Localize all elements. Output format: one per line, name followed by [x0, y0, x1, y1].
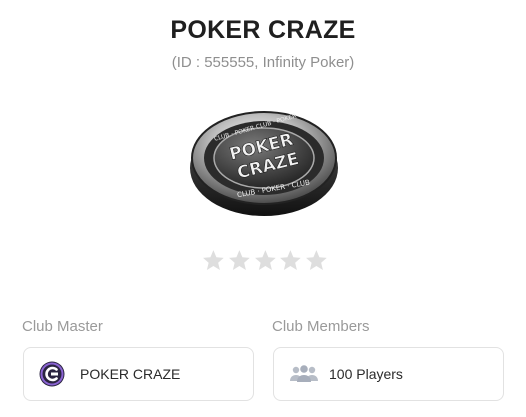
club-id-subtitle: (ID : 555555, Infinity Poker) — [171, 54, 355, 71]
club-title: POKER CRAZE — [170, 16, 356, 44]
club-master-card[interactable]: POKER CRAZE — [23, 347, 254, 401]
club-master-label: Club Master — [22, 318, 103, 335]
star-icon[interactable] — [227, 248, 252, 273]
club-logo-icon — [39, 361, 65, 387]
rating-stars[interactable] — [201, 248, 329, 276]
star-icon[interactable] — [304, 248, 329, 273]
star-icon[interactable] — [201, 248, 226, 273]
star-icon[interactable] — [253, 248, 278, 273]
club-master-name: POKER CRAZE — [80, 366, 181, 382]
club-members-label: Club Members — [272, 318, 370, 335]
club-members-card[interactable]: 100 Players — [273, 347, 504, 401]
star-icon[interactable] — [278, 248, 303, 273]
group-icon — [290, 365, 318, 382]
club-members-count: 100 Players — [329, 366, 403, 382]
poker-chip-logo: POKER CRAZE CLUB · POKER CLUB · POKER CL… — [190, 111, 338, 216]
